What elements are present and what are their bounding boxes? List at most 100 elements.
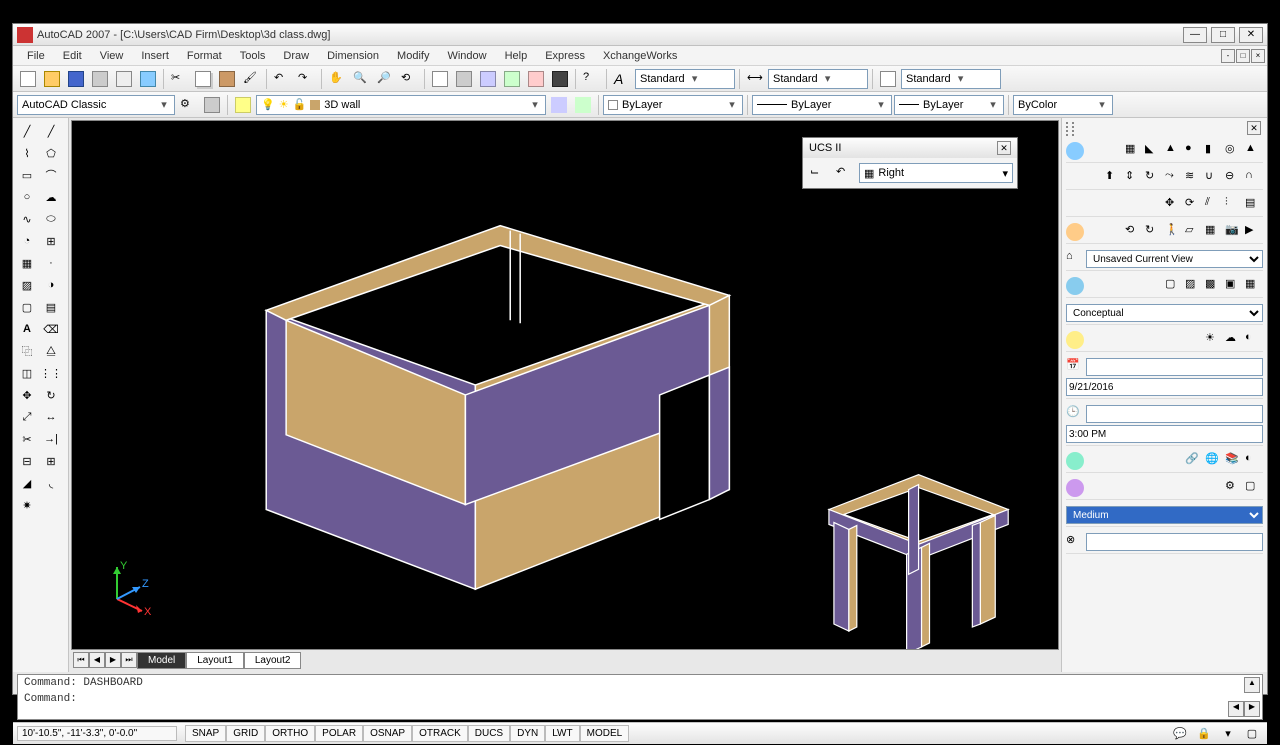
panel-grip[interactable] — [1066, 122, 1074, 136]
loft-icon[interactable]: ≋ — [1185, 169, 1203, 187]
menu-window[interactable]: Window — [439, 48, 494, 64]
3d-nav-icon[interactable] — [1066, 223, 1084, 241]
undo-button[interactable]: ↶ — [271, 68, 293, 90]
tablestyle-icon[interactable] — [877, 68, 899, 90]
plotstyle-combo[interactable]: ByColor▾ — [1013, 95, 1113, 115]
line-tool[interactable]: ╱ — [15, 120, 39, 142]
mat-map-icon[interactable]: 🌐 — [1205, 452, 1223, 470]
print-button[interactable] — [89, 68, 111, 90]
box-icon[interactable]: ▦ — [1125, 142, 1143, 160]
menu-dimension[interactable]: Dimension — [319, 48, 387, 64]
torus-icon[interactable]: ◎ — [1225, 142, 1243, 160]
tab-first[interactable]: ⏮ — [73, 652, 89, 668]
menu-express[interactable]: Express — [537, 48, 593, 64]
mtext-tool[interactable]: A — [15, 318, 39, 340]
ucs-toolbar[interactable]: UCS II✕ ⌙ ↶ ▦Right▾ — [802, 137, 1018, 189]
menu-xchangeworks[interactable]: XchangeWorks — [595, 48, 685, 64]
menu-edit[interactable]: Edit — [55, 48, 90, 64]
ucs-name-combo[interactable]: ▦Right▾ — [859, 163, 1013, 183]
sweep-icon[interactable]: ⤳ — [1165, 169, 1183, 187]
polar-toggle[interactable]: POLAR — [315, 725, 363, 742]
tray-settings-icon[interactable]: ▾ — [1217, 723, 1239, 745]
constrained-orbit-icon[interactable]: ⟲ — [1125, 223, 1143, 241]
3drotate-icon[interactable]: ⟳ — [1185, 196, 1203, 214]
layer-manager-button[interactable] — [232, 94, 254, 116]
tab-layout2[interactable]: Layout2 — [244, 652, 302, 669]
pyramid-icon[interactable]: ▲ — [1245, 142, 1263, 160]
gradient-tool[interactable]: ◑ — [39, 274, 63, 296]
tab-next[interactable]: ▶ — [105, 652, 121, 668]
chamfer-tool[interactable]: ◢ — [15, 472, 39, 494]
designcenter-button[interactable] — [453, 68, 475, 90]
revolve-icon[interactable]: ↻ — [1145, 169, 1163, 187]
array-tool[interactable]: ⋮⋮ — [39, 362, 63, 384]
erase-tool[interactable]: ⌫ — [39, 318, 63, 340]
visual-style-combo[interactable]: Conceptual — [1066, 304, 1263, 322]
tablestyle-combo[interactable]: Standard▾ — [901, 69, 1001, 89]
textstyle-icon[interactable]: A — [611, 68, 633, 90]
hatch-tool[interactable]: ▨ — [15, 274, 39, 296]
stretch-tool[interactable]: ↔ — [39, 406, 63, 428]
mirror-tool[interactable]: ⧋ — [39, 340, 63, 362]
named-view-combo[interactable]: Unsaved Current View — [1086, 250, 1263, 268]
views-icon[interactable]: ▦ — [1205, 223, 1223, 241]
extend-tool[interactable]: →| — [39, 428, 63, 450]
3d-make-icon[interactable] — [1066, 142, 1084, 160]
linetype-combo[interactable]: ByLayer▾ — [752, 95, 892, 115]
block-tool[interactable]: ▦ — [15, 252, 39, 274]
output-size-field[interactable] — [1086, 533, 1263, 551]
table-tool[interactable]: ▤ — [39, 296, 63, 318]
snap-toggle[interactable]: SNAP — [185, 725, 226, 742]
move-tool[interactable]: ✥ — [15, 384, 39, 406]
vs-real-icon[interactable]: ▣ — [1225, 277, 1243, 295]
calc-button[interactable] — [549, 68, 571, 90]
color-combo[interactable]: ByLayer▾ — [603, 95, 743, 115]
mdi-minimize[interactable]: - — [1221, 49, 1235, 63]
layer-prev-button[interactable] — [572, 94, 594, 116]
vs-hidden-icon[interactable]: ▩ — [1205, 277, 1223, 295]
command-window[interactable]: Command: DASHBOARD Command: ▲ ◀▶ — [17, 674, 1263, 720]
ucs-world-button[interactable]: ⌙ — [807, 162, 829, 184]
animation-icon[interactable]: ▶ — [1245, 223, 1263, 241]
cmd-scroll-up[interactable]: ▲ — [1244, 677, 1260, 693]
dimstyle-icon[interactable]: ⟷ — [744, 68, 766, 90]
menu-file[interactable]: File — [19, 48, 53, 64]
comm-center-icon[interactable]: 💬 — [1169, 723, 1191, 745]
lineweight-combo[interactable]: ByLayer▾ — [894, 95, 1004, 115]
workspace-settings-button[interactable]: ⚙ — [177, 94, 199, 116]
time-slider[interactable] — [1086, 405, 1263, 423]
vs-concept-icon[interactable]: ▦ — [1245, 277, 1263, 295]
maximize-button[interactable]: □ — [1211, 27, 1235, 43]
join-tool[interactable]: ⊞ — [39, 450, 63, 472]
render-preset-combo[interactable]: Medium — [1066, 506, 1263, 524]
tab-prev[interactable]: ◀ — [89, 652, 105, 668]
sphere-icon[interactable]: ● — [1185, 142, 1203, 160]
layer-states-button[interactable] — [548, 94, 570, 116]
camera-icon[interactable]: 📷 — [1225, 223, 1243, 241]
mat-toggle-icon[interactable]: ◐ — [1245, 452, 1263, 470]
save-button[interactable] — [65, 68, 87, 90]
intersect-icon[interactable]: ∩ — [1245, 169, 1263, 187]
dimstyle-combo[interactable]: Standard▾ — [768, 69, 868, 89]
markup-button[interactable] — [525, 68, 547, 90]
scale-tool[interactable]: ⤢ — [15, 406, 39, 428]
lwt-toggle[interactable]: LWT — [545, 725, 579, 742]
3dalign-icon[interactable]: ⫽ — [1205, 196, 1223, 214]
ducs-toggle[interactable]: DUCS — [468, 725, 510, 742]
render-preset-icon[interactable]: ⚙ — [1225, 479, 1243, 497]
region-tool[interactable]: ▢ — [15, 296, 39, 318]
toolpalettes-button[interactable] — [477, 68, 499, 90]
grid-toggle[interactable]: GRID — [226, 725, 265, 742]
extrude-icon[interactable]: ⬆ — [1105, 169, 1123, 187]
render-region-icon[interactable]: ▢ — [1245, 479, 1263, 497]
render-icon[interactable] — [1066, 479, 1084, 497]
light-icon[interactable] — [1066, 331, 1084, 349]
trim-tool[interactable]: ✂ — [15, 428, 39, 450]
open-button[interactable] — [41, 68, 63, 90]
shadow-icon[interactable]: ◐ — [1245, 331, 1263, 349]
section-icon[interactable]: ▤ — [1245, 196, 1263, 214]
spline-tool[interactable]: ∿ — [15, 208, 39, 230]
rotate-tool[interactable]: ↻ — [39, 384, 63, 406]
fillet-tool[interactable]: ◟ — [39, 472, 63, 494]
break-tool[interactable]: ⊟ — [15, 450, 39, 472]
